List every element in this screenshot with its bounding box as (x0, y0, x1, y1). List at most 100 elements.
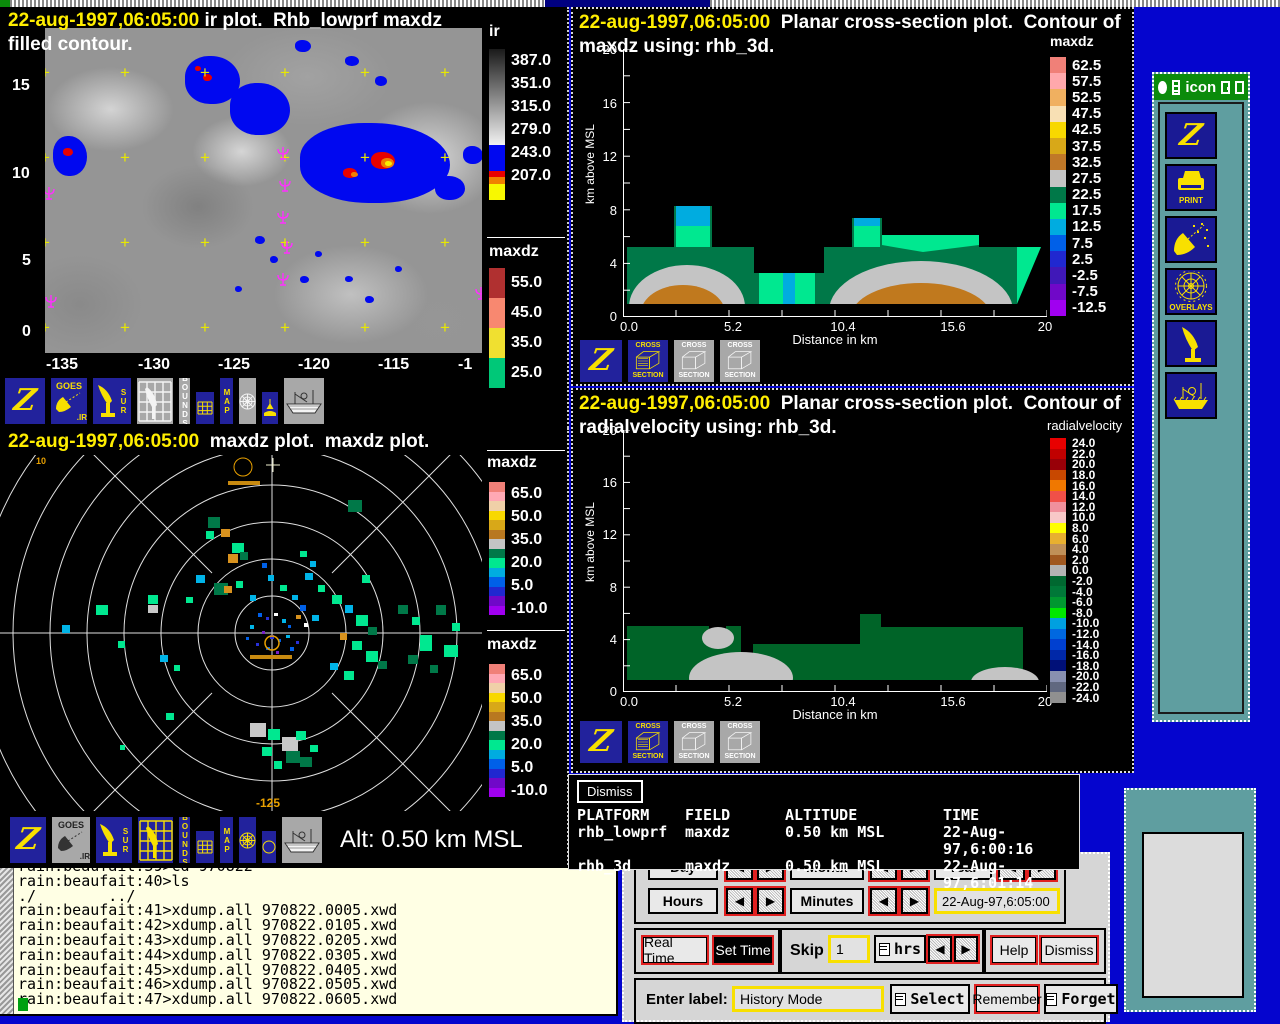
bounds-button[interactable]: BOUNDS (177, 815, 192, 865)
print-button[interactable]: PRINT (1165, 164, 1217, 211)
table-cell: 22-Aug-97,6:00:16 (943, 823, 1034, 858)
terminal-scrollbar[interactable] (0, 868, 14, 1014)
small-grid-button[interactable] (194, 390, 216, 426)
cube-icon (727, 351, 753, 370)
terminal-window[interactable]: rain:beaufait:39>cd 970822 rain:beaufait… (0, 866, 618, 1016)
icon-window-titlebar: icon (1154, 74, 1248, 100)
status-dismiss-button[interactable]: Dismiss (577, 780, 643, 803)
ship-icon (284, 829, 320, 853)
window-menu-icon[interactable] (1158, 80, 1167, 94)
overlays-button[interactable]: OVERLAYS (1165, 268, 1217, 315)
grid-antenna-icon (138, 820, 173, 861)
surveillance-button[interactable]: SUR (91, 376, 133, 426)
xs2-toolbar: Z CROSS SECTION CROSS SECTION CROSS SECT… (578, 717, 762, 765)
ship-platform-button[interactable] (1165, 372, 1217, 419)
grid-display-button[interactable] (135, 376, 175, 426)
skip-back-button[interactable]: ◀ (928, 936, 952, 962)
ppi-plot (0, 455, 482, 811)
table-header: FIELD (685, 806, 731, 824)
cross-section-button-active[interactable]: CROSS SECTION (626, 338, 670, 384)
satellite-button[interactable] (1165, 216, 1217, 263)
ppi-range-label: -125 (256, 796, 281, 810)
ir-ytick: 15 (12, 77, 30, 94)
table-cell: rhb_lowprf (577, 823, 668, 841)
buoy-button[interactable] (260, 390, 280, 426)
xs1-xtick: 5.2 (723, 319, 743, 334)
range-rings-button[interactable] (237, 815, 258, 865)
xs1-title-time: 22-aug-1997,06:05:00 (579, 12, 771, 33)
xs2-ytick: 0 (609, 684, 617, 699)
zeb-menu-button[interactable]: Z (3, 376, 47, 426)
enter-label-caption: Enter label: (646, 991, 728, 1008)
cross-section-button-active[interactable]: CROSS SECTION (626, 719, 670, 765)
ir-plot-title-line2: filled contour. (8, 34, 133, 55)
skip-forward-button[interactable]: ▶ (954, 936, 978, 962)
table-header: PLATFORM (577, 806, 650, 824)
skip-field[interactable]: 1 (828, 935, 870, 963)
remember-button[interactable]: Remember (972, 986, 1042, 1012)
set-time-button[interactable]: Set Time (714, 937, 772, 963)
real-time-label: Real Time (644, 934, 675, 966)
real-time-button[interactable]: Real Time (643, 934, 707, 966)
cross-section-button[interactable]: CROSS SECTION (672, 338, 716, 384)
dismiss-button[interactable]: Dismiss (1041, 937, 1097, 963)
overlays-label: OVERLAYS (1169, 303, 1213, 312)
drifter-marker-icon (475, 287, 482, 300)
ir-xtick: -120 (298, 356, 331, 373)
cross-section-button[interactable]: CROSS SECTION (718, 338, 762, 384)
grid-display-button[interactable] (136, 815, 175, 865)
goes-ir-button[interactable]: GOES .IR (49, 376, 89, 426)
ir-xtick: -130 (138, 356, 171, 373)
zeb-menu-button[interactable]: Z (578, 719, 624, 765)
ppi-title-time: 22-aug-1997,06:05:00 (8, 431, 200, 452)
ppi-title-main: maxdz plot. maxdz plot. (199, 431, 430, 452)
circle-button[interactable] (260, 829, 278, 865)
cross-label: CROSS (727, 342, 753, 349)
map-button[interactable]: MAP (218, 376, 235, 426)
help-label: Help (999, 942, 1029, 958)
label-field[interactable]: History Mode (732, 986, 884, 1012)
radar-button[interactable] (1165, 320, 1217, 367)
ship-button[interactable] (282, 376, 326, 426)
document-icon[interactable] (1171, 79, 1181, 95)
xs1-ytick: 4 (609, 256, 617, 271)
goes-ir-button[interactable]: GOES .IR (50, 815, 92, 865)
section-label: SECTION (724, 753, 756, 760)
forget-menu-button[interactable]: Forget (1044, 984, 1118, 1014)
ir-label: .IR (76, 412, 87, 422)
zeb-menu-button[interactable]: Z (578, 338, 624, 384)
surveillance-button[interactable]: SUR (94, 815, 134, 865)
platform-markers (45, 28, 482, 353)
zeb-main-button[interactable]: Z (1165, 112, 1217, 159)
maximize-button[interactable] (1234, 80, 1244, 94)
terminal-cursor (18, 998, 28, 1011)
cube-icon (727, 732, 753, 751)
right-arrow-icon: ▶ (961, 942, 971, 956)
cross-section-button[interactable]: CROSS SECTION (718, 719, 762, 765)
iconify-button[interactable] (1221, 80, 1231, 94)
radar-antenna-icon (100, 824, 117, 856)
zeb-z-icon: Z (587, 343, 615, 378)
annotation-circle-top (233, 457, 253, 477)
annotation-label-top (228, 481, 260, 485)
xs1-plot (623, 49, 1047, 317)
cross-section-button[interactable]: CROSS SECTION (672, 719, 716, 765)
ship-button[interactable] (280, 815, 324, 865)
bounds-button[interactable]: BOUNDS (177, 376, 192, 426)
platform-status-window: Dismiss PLATFORM FIELD ALTITUDE TIME rhb_low… (568, 774, 1080, 892)
help-button[interactable]: Help (992, 937, 1036, 963)
select-menu-button[interactable]: Select (890, 984, 970, 1014)
cross-section-radial-window: 22-aug-1997,06:05:00 Planar cross-sectio… (571, 388, 1134, 773)
xs1-ytick: 8 (609, 203, 617, 218)
zeb-menu-button[interactable]: Z (8, 815, 48, 865)
menu-icon (895, 992, 907, 1006)
range-rings-button[interactable] (237, 376, 258, 426)
skip-units-menu[interactable]: hrs (874, 935, 926, 963)
remember-label: Remember (972, 991, 1042, 1007)
small-grid-button[interactable] (194, 829, 216, 865)
map-button[interactable]: MAP (218, 815, 235, 865)
cube-icon (681, 732, 707, 751)
satellite-dish-icon (56, 392, 81, 412)
xs1-title-line2: maxdz using: rhb_3d. (579, 36, 775, 57)
range-rings-icon (239, 393, 256, 409)
